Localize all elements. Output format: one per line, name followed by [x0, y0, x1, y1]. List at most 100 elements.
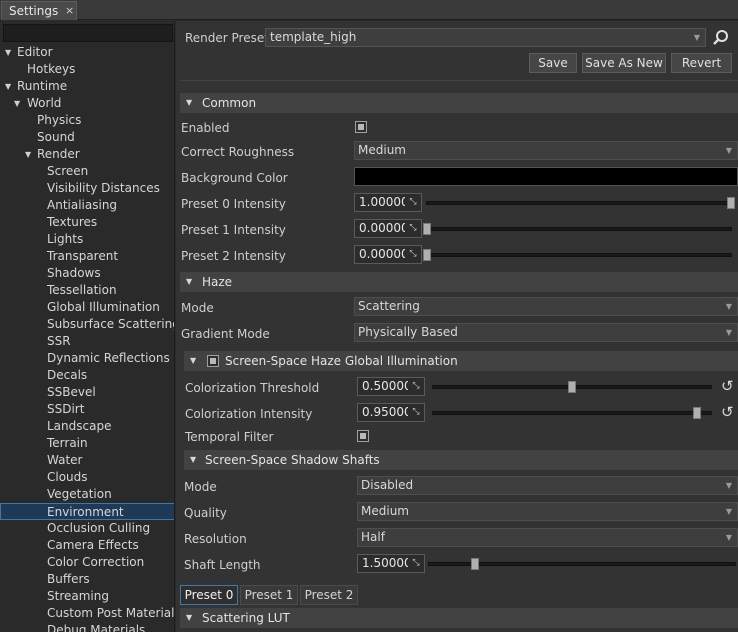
slider-knob[interactable]: [568, 381, 576, 393]
close-icon[interactable]: ×: [65, 4, 74, 17]
colorization-intensity-input[interactable]: 0.950000 ⤡: [357, 403, 425, 422]
section-common[interactable]: ▼ Common: [180, 93, 738, 113]
gradient-mode-select[interactable]: Physically Based ▼: [354, 323, 738, 342]
tree-item[interactable]: Buffers: [0, 571, 174, 588]
tree-item[interactable]: Clouds: [0, 469, 174, 486]
tree-item-label: World: [27, 96, 62, 110]
tree-item[interactable]: Terrain: [0, 435, 174, 452]
tree-item-label: Physics: [37, 113, 82, 127]
section-haze[interactable]: ▼ Haze: [180, 272, 738, 292]
tree-item[interactable]: Sound: [0, 129, 174, 146]
tree-item[interactable]: Lights: [0, 231, 174, 248]
search-button[interactable]: [711, 28, 731, 47]
preset-intensity-input[interactable]: 1.000000 ⤡: [354, 193, 422, 212]
ss-haze-gi-checkbox[interactable]: [207, 355, 219, 367]
tree-item[interactable]: Landscape: [0, 418, 174, 435]
expand-arrow-icon[interactable]: ▼: [5, 78, 11, 95]
drag-handle-icon[interactable]: ⤡: [408, 378, 424, 395]
shafts-mode-select[interactable]: Disabled ▼: [357, 476, 738, 495]
tab-preset-0[interactable]: Preset 0: [180, 585, 238, 605]
reset-icon[interactable]: ↺: [721, 379, 734, 394]
chevron-down-icon: ▼: [725, 328, 732, 337]
colorization-threshold-label: Colorization Threshold: [185, 381, 320, 395]
tree-item[interactable]: Streaming: [0, 588, 174, 605]
drag-handle-icon[interactable]: ⤡: [405, 246, 421, 263]
preset-intensity-slider[interactable]: [423, 223, 732, 235]
temporal-filter-checkbox[interactable]: [357, 430, 369, 442]
section-ss-haze-gi[interactable]: ▼ Screen-Space Haze Global Illumination: [184, 351, 738, 371]
expand-arrow-icon[interactable]: ▼: [5, 44, 11, 61]
drag-handle-icon[interactable]: ⤡: [408, 555, 424, 572]
drag-handle-icon[interactable]: ⤡: [408, 404, 424, 421]
tree-item[interactable]: Dynamic Reflections: [0, 350, 174, 367]
colorization-intensity-slider[interactable]: [432, 407, 712, 419]
enabled-checkbox[interactable]: [355, 121, 367, 133]
slider-knob[interactable]: [727, 197, 735, 209]
tree-item[interactable]: Antialiasing: [0, 197, 174, 214]
tree-item[interactable]: SSR: [0, 333, 174, 350]
correct-roughness-select[interactable]: Medium ▼: [354, 141, 738, 160]
tab-preset-2[interactable]: Preset 2: [300, 585, 358, 605]
tree-item[interactable]: Transparent: [0, 248, 174, 265]
colorization-threshold-input[interactable]: 0.500000 ⤡: [357, 377, 425, 396]
preset-intensity-slider[interactable]: [423, 249, 732, 261]
render-preset-select[interactable]: template_high ▼: [265, 28, 706, 47]
colorization-threshold-slider[interactable]: [432, 381, 712, 393]
tree-item[interactable]: Occlusion Culling: [0, 520, 174, 537]
expand-arrow-icon[interactable]: ▼: [25, 146, 31, 163]
tab-preset-1[interactable]: Preset 1: [240, 585, 298, 605]
tree-item-label: Runtime: [17, 79, 68, 93]
revert-button[interactable]: Revert: [671, 53, 732, 73]
section-scattering-lut[interactable]: ▼ Scattering LUT: [180, 608, 738, 628]
tree-item[interactable]: Vegetation: [0, 486, 174, 503]
save-as-new-button[interactable]: Save As New: [582, 53, 666, 73]
slider-knob[interactable]: [693, 407, 702, 419]
slider-knob[interactable]: [423, 223, 431, 235]
reset-icon[interactable]: ↺: [721, 405, 734, 420]
preset-intensity-input[interactable]: 0.000000 ⤡: [354, 219, 422, 238]
preset-intensity-slider[interactable]: [426, 197, 735, 209]
tree-item[interactable]: Water: [0, 452, 174, 469]
preset-intensity-label: Preset 2 Intensity: [181, 249, 286, 263]
tree-item[interactable]: Subsurface Scattering: [0, 316, 174, 333]
tree-item[interactable]: Custom Post Materials: [0, 605, 174, 622]
haze-mode-select[interactable]: Scattering ▼: [354, 297, 738, 316]
slider-knob[interactable]: [423, 249, 431, 261]
expand-arrow-icon[interactable]: ▼: [14, 95, 20, 112]
tree-item[interactable]: Environment: [0, 503, 174, 520]
tree-item[interactable]: Shadows: [0, 265, 174, 282]
tree-item[interactable]: Hotkeys: [0, 61, 174, 78]
tree-item[interactable]: ▼ World: [0, 95, 174, 112]
section-shadow-shafts[interactable]: ▼ Screen-Space Shadow Shafts: [184, 450, 738, 470]
save-button[interactable]: Save: [529, 53, 577, 73]
tree-item[interactable]: SSBevel: [0, 384, 174, 401]
slider-knob[interactable]: [470, 558, 479, 570]
tree-item[interactable]: ▼ Runtime: [0, 78, 174, 95]
settings-tree-panel: ▼ Editor Hotkeys ▼ Runtime ▼ World Physics Sound…: [0, 21, 175, 632]
background-color-swatch[interactable]: [354, 167, 738, 186]
shafts-resolution-select[interactable]: Half ▼: [357, 528, 738, 547]
drag-handle-icon[interactable]: ⤡: [405, 194, 421, 211]
tree-item[interactable]: Textures: [0, 214, 174, 231]
tree-item[interactable]: Global Illumination: [0, 299, 174, 316]
tree-item[interactable]: Screen: [0, 163, 174, 180]
tree-item[interactable]: ▼ Render: [0, 146, 174, 163]
tree-item[interactable]: Decals: [0, 367, 174, 384]
tree-item[interactable]: Camera Effects: [0, 537, 174, 554]
shafts-quality-select[interactable]: Medium ▼: [357, 502, 738, 521]
tree-item[interactable]: SSDirt: [0, 401, 174, 418]
tree-item[interactable]: Color Correction: [0, 554, 174, 571]
tree-item[interactable]: Debug Materials: [0, 622, 174, 632]
shaft-length-slider[interactable]: [428, 558, 736, 570]
tree-item[interactable]: ▼ Editor: [0, 44, 174, 61]
tab-settings[interactable]: Settings ×: [1, 1, 77, 20]
shaft-length-input[interactable]: 1.500000 ⤡: [357, 554, 425, 573]
tree-search-input[interactable]: [3, 24, 173, 42]
shafts-mode-value: Disabled: [361, 478, 414, 492]
drag-handle-icon[interactable]: ⤡: [405, 220, 421, 237]
tree-item-label: Environment: [47, 505, 124, 519]
tree-item[interactable]: Visibility Distances: [0, 180, 174, 197]
tree-item[interactable]: Tessellation: [0, 282, 174, 299]
tree-item[interactable]: Physics: [0, 112, 174, 129]
preset-intensity-input[interactable]: 0.000000 ⤡: [354, 245, 422, 264]
